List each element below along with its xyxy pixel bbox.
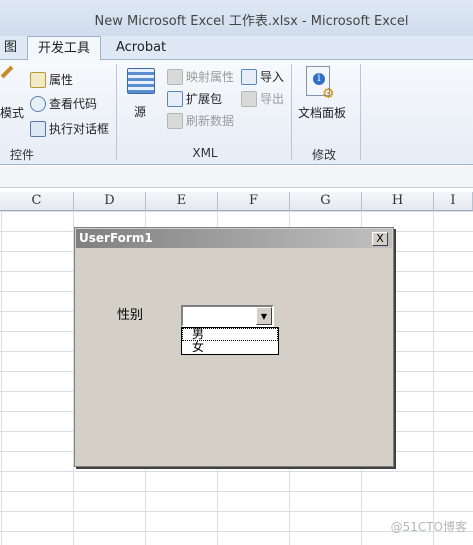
- expansion-pack-icon: [167, 90, 183, 107]
- refresh-data-button[interactable]: 刷新数据: [167, 112, 234, 129]
- import-icon: [241, 68, 257, 85]
- refresh-data-label: 刷新数据: [186, 114, 235, 128]
- view-code-button[interactable]: 查看代码: [30, 95, 97, 112]
- xml-source-icon: [127, 68, 155, 94]
- close-button[interactable]: X: [372, 232, 388, 246]
- document-panel-label: 文档面板: [298, 106, 347, 120]
- expansion-pack-label: 扩展包: [186, 92, 223, 106]
- userform-window: UserForm1 X 性别 ▼ 男 女: [74, 227, 394, 467]
- document-panel-button[interactable]: 文档面板: [298, 104, 346, 121]
- group-separator: [116, 64, 117, 160]
- column-header-e[interactable]: E: [146, 192, 218, 211]
- tab-view-partial[interactable]: 图: [0, 36, 27, 60]
- column-header-d[interactable]: D: [74, 192, 146, 211]
- group-separator: [360, 64, 361, 160]
- design-mode-label: 模式: [0, 106, 25, 120]
- map-properties-label: 映射属性: [186, 70, 235, 84]
- group-separator: [291, 64, 292, 160]
- ribbon-tabs: 图 开发工具 Acrobat: [0, 36, 473, 61]
- properties-icon: [30, 71, 46, 88]
- xml-source-label: 源: [134, 105, 147, 119]
- map-properties-button[interactable]: 映射属性: [167, 68, 234, 85]
- column-header-g[interactable]: G: [290, 192, 362, 211]
- title-bar: New Microsoft Excel 工作表.xlsx - Microsoft…: [0, 0, 473, 36]
- xml-import-button[interactable]: 导入: [241, 68, 284, 85]
- gender-label: 性别: [117, 308, 144, 323]
- modify-group-label: 修改: [311, 148, 336, 162]
- window-title: New Microsoft Excel 工作表.xlsx - Microsoft…: [94, 14, 409, 29]
- view-code-icon: [30, 95, 46, 112]
- xml-export-label: 导出: [260, 92, 285, 106]
- formula-bar-area: [0, 166, 473, 188]
- column-header-c[interactable]: C: [0, 192, 74, 211]
- expansion-pack-button[interactable]: 扩展包: [167, 90, 222, 107]
- column-header-i[interactable]: I: [434, 192, 473, 211]
- gender-combobox[interactable]: ▼: [181, 305, 274, 327]
- properties-button[interactable]: 属性: [30, 71, 73, 88]
- column-header-h[interactable]: H: [362, 192, 434, 211]
- userform-caption-bar[interactable]: UserForm1 X: [76, 229, 392, 248]
- xml-import-label: 导入: [260, 70, 285, 84]
- xml-source-button[interactable]: 源: [134, 103, 146, 120]
- run-dialog-button[interactable]: 执行对话框: [30, 120, 109, 137]
- refresh-data-icon: [167, 112, 183, 129]
- view-code-label: 查看代码: [49, 97, 98, 111]
- design-mode-button[interactable]: 模式: [0, 104, 24, 121]
- gear-icon: ⚙: [322, 86, 335, 102]
- export-icon: [241, 90, 257, 107]
- xml-export-button[interactable]: 导出: [241, 90, 284, 107]
- column-header-f[interactable]: F: [218, 192, 290, 211]
- gender-dropdown-list: 男 女: [181, 327, 279, 355]
- controls-group-label: 控件: [9, 148, 34, 162]
- tab-acrobat[interactable]: Acrobat: [106, 36, 176, 60]
- xml-group-label: XML: [192, 146, 218, 160]
- map-properties-icon: [167, 68, 183, 85]
- userform-title: UserForm1: [79, 231, 153, 245]
- dropdown-option-female[interactable]: 女: [182, 341, 278, 354]
- tab-developer[interactable]: 开发工具: [27, 36, 102, 61]
- properties-label: 属性: [49, 73, 74, 87]
- chevron-down-icon[interactable]: ▼: [256, 307, 272, 325]
- watermark-text: @51CTO博客: [390, 520, 467, 534]
- run-dialog-icon: [30, 120, 46, 137]
- run-dialog-label: 执行对话框: [49, 122, 110, 136]
